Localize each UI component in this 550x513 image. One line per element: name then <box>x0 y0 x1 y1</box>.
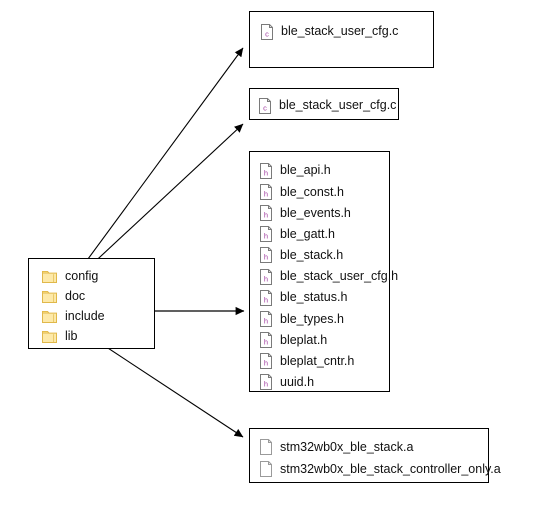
list-item-label: ble_stack_user_cfg.c <box>281 24 399 39</box>
h-header-file-icon: h <box>259 247 273 264</box>
c-source-file-icon: c <box>260 23 274 40</box>
list-item[interactable]: h ble_events.h <box>259 202 389 223</box>
list-item[interactable]: h ble_const.h <box>259 181 389 202</box>
h-header-file-icon: h <box>259 162 273 179</box>
h-header-file-icon: h <box>259 183 273 200</box>
list-item-label: ble_stack_user_cfg.h <box>280 269 399 284</box>
include-folder-contents: h ble_api.h h ble_const.h h ble_events.h… <box>249 151 398 393</box>
svg-text:h: h <box>264 210 268 219</box>
svg-text:h: h <box>264 359 268 368</box>
list-item-label: doc <box>65 288 86 303</box>
h-header-file-icon: h <box>259 332 273 349</box>
list-item[interactable]: c ble_stack_user_cfg.c <box>258 95 398 116</box>
list-item[interactable]: lib <box>42 326 154 346</box>
svg-text:h: h <box>264 231 268 240</box>
list-item[interactable]: h uuid.h <box>259 372 389 393</box>
archive-file-icon <box>259 461 273 477</box>
list-item[interactable]: h bleplat.h <box>259 330 389 351</box>
folder-icon <box>42 290 57 303</box>
svg-text:h: h <box>264 274 268 283</box>
list-item-label: ble_types.h <box>280 311 344 326</box>
list-item-label: ble_stack_user_cfg.c <box>279 98 397 113</box>
list-item-label: ble_status.h <box>280 290 348 305</box>
list-item-label: lib <box>65 328 78 343</box>
svg-text:h: h <box>264 168 268 177</box>
h-header-file-icon: h <box>259 226 273 243</box>
list-item[interactable]: c ble_stack_user_cfg.c <box>260 21 433 42</box>
list-item[interactable]: stm32wb0x_ble_stack_controller_only.a <box>259 458 501 480</box>
svg-text:c: c <box>265 29 269 38</box>
svg-text:c: c <box>263 103 267 112</box>
list-item-label: stm32wb0x_ble_stack_controller_only.a <box>280 461 501 476</box>
directory-structure-diagram: config doc include lib c ble_stack_user_… <box>0 0 550 513</box>
list-item[interactable]: config <box>42 266 154 286</box>
list-item-label: bleplat.h <box>280 332 328 347</box>
list-item[interactable]: h ble_stack.h <box>259 245 389 266</box>
list-item[interactable]: h ble_api.h <box>259 160 389 181</box>
h-header-file-icon: h <box>259 374 273 391</box>
doc-folder-contents: c ble_stack_user_cfg.c <box>249 88 399 120</box>
list-item[interactable]: include <box>42 306 154 326</box>
svg-text:h: h <box>264 295 268 304</box>
list-item[interactable]: h ble_stack_user_cfg.h <box>259 266 398 287</box>
list-item-label: ble_gatt.h <box>280 226 335 241</box>
list-item-label: ble_stack.h <box>280 248 344 263</box>
h-header-file-icon: h <box>259 268 273 285</box>
list-item[interactable]: stm32wb0x_ble_stack.a <box>259 436 488 458</box>
config-folder-contents: c ble_stack_user_cfg.c <box>249 11 434 68</box>
list-item[interactable]: doc <box>42 286 154 306</box>
list-item[interactable]: h ble_gatt.h <box>259 224 389 245</box>
h-header-file-icon: h <box>259 204 273 221</box>
h-header-file-icon: h <box>259 289 273 306</box>
list-item-label: ble_api.h <box>280 163 331 178</box>
svg-text:h: h <box>264 337 268 346</box>
lib-folder-contents: stm32wb0x_ble_stack.a stm32wb0x_ble_stac… <box>249 428 501 483</box>
h-header-file-icon: h <box>259 353 273 370</box>
h-header-file-icon: h <box>259 310 273 327</box>
archive-file-icon <box>259 439 273 455</box>
list-item-label: uuid.h <box>280 375 315 390</box>
list-item[interactable]: h bleplat_cntr.h <box>259 351 389 372</box>
folder-icon <box>42 270 57 283</box>
config-to-contents-arrow <box>73 47 244 279</box>
list-item-label: ble_const.h <box>280 184 344 199</box>
svg-text:h: h <box>264 380 268 389</box>
svg-text:h: h <box>264 316 268 325</box>
root-folder-listing: config doc include lib <box>28 258 155 349</box>
list-item-label: bleplat_cntr.h <box>280 354 355 369</box>
list-item[interactable]: h ble_types.h <box>259 308 389 329</box>
svg-text:h: h <box>264 189 268 198</box>
list-item-label: ble_events.h <box>280 205 351 220</box>
c-source-file-icon: c <box>258 97 272 114</box>
list-item-label: stm32wb0x_ble_stack.a <box>280 439 414 454</box>
list-item-label: config <box>65 268 99 283</box>
list-item[interactable]: h ble_status.h <box>259 287 389 308</box>
svg-text:h: h <box>264 253 268 262</box>
list-item-label: include <box>65 308 105 323</box>
folder-icon <box>42 310 57 323</box>
folder-icon <box>42 330 57 343</box>
